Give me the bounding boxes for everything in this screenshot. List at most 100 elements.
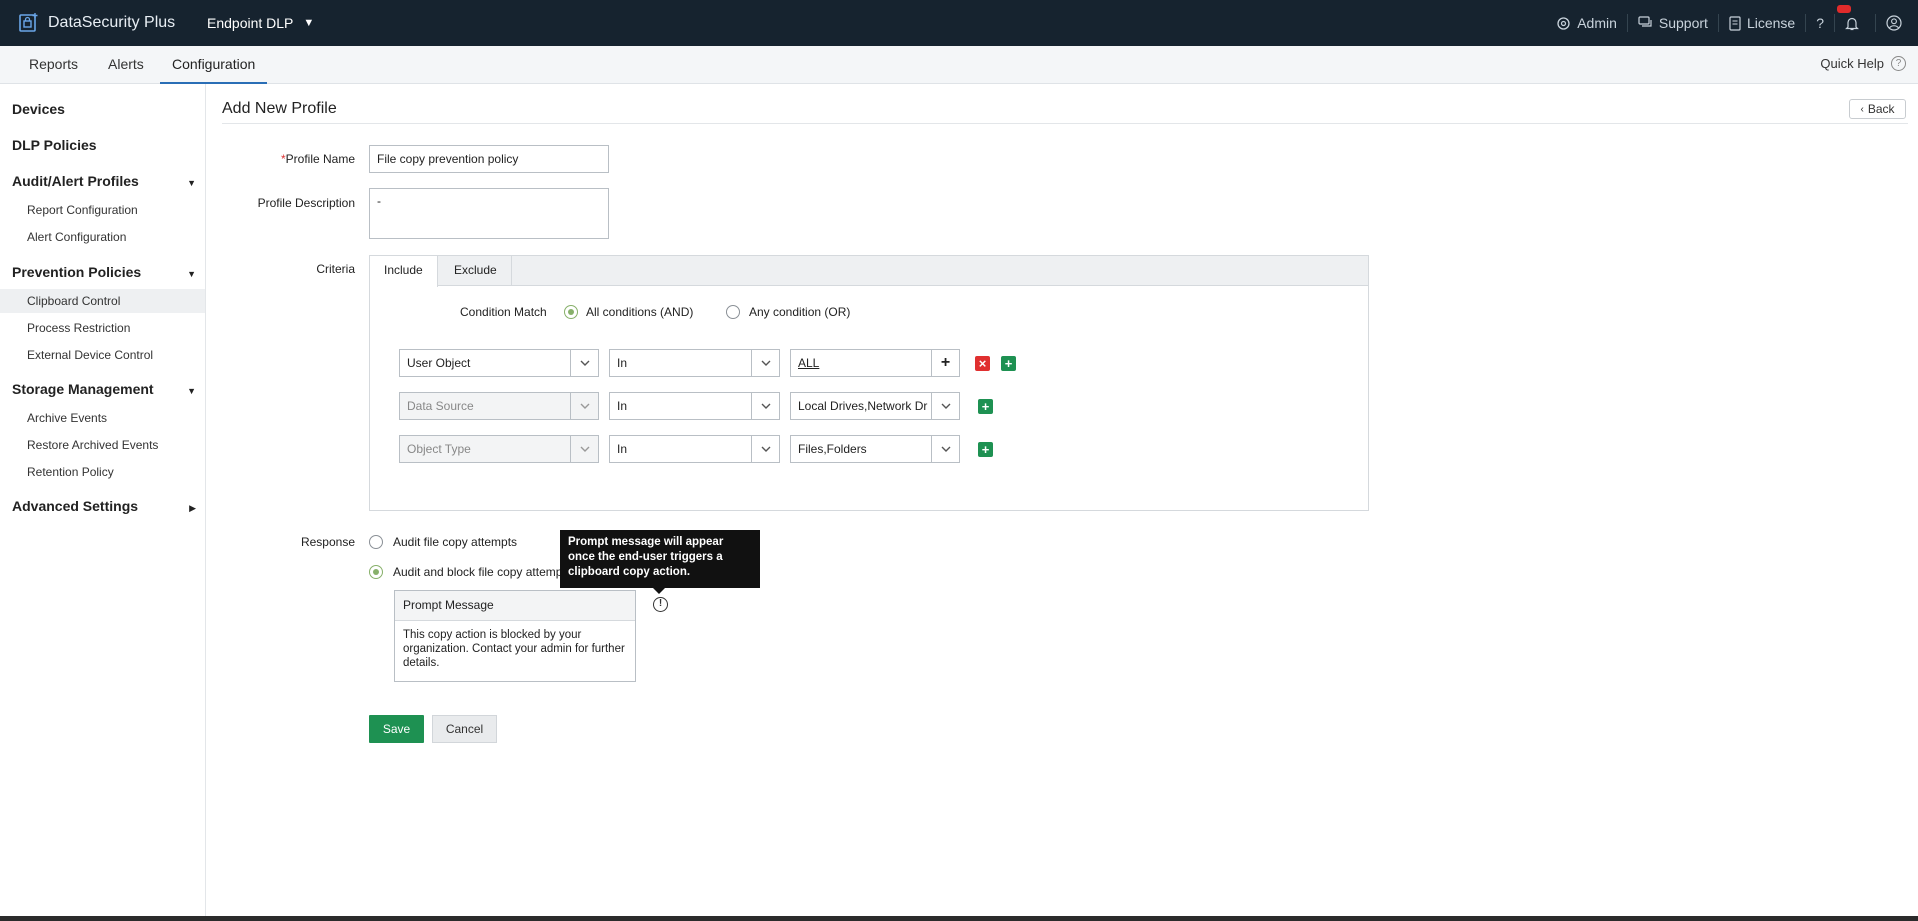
save-button[interactable]: Save <box>369 715 424 743</box>
any-condition-radio[interactable] <box>726 305 740 319</box>
chevron-down-icon <box>751 350 779 376</box>
criteria-tabs: Include Exclude <box>370 256 1368 287</box>
profile-description-value: - <box>377 194 381 208</box>
sidebar-item-process-restriction[interactable]: Process Restriction <box>0 316 205 340</box>
back-label: Back <box>1867 102 1895 116</box>
collapse-arrow-icon[interactable]: ▼ <box>187 386 196 396</box>
quick-help-link[interactable]: Quick Help ? <box>1820 56 1906 71</box>
license-link[interactable]: License <box>1719 14 1807 32</box>
bottom-strip <box>0 916 1918 921</box>
profile-name-label: *Profile Name <box>270 152 355 166</box>
brand[interactable]: DataSecurity Plus <box>0 12 190 34</box>
all-conditions-radio[interactable] <box>564 305 578 319</box>
sidebar-item-dlp-policies[interactable]: DLP Policies <box>12 137 97 153</box>
criteria-operator-select[interactable]: In <box>609 349 780 377</box>
license-label: License <box>1746 15 1796 31</box>
prompt-message-textarea[interactable]: This copy action is blocked by your orga… <box>395 621 635 677</box>
datasecurity-logo-icon <box>19 13 38 32</box>
chevron-down-icon <box>751 393 779 419</box>
user-avatar-icon <box>1886 15 1902 31</box>
criteria-value-select[interactable]: Local Drives,Network Dr <box>790 392 960 420</box>
criteria-value: Local Drives,Network Dr <box>798 399 928 413</box>
criteria-field-select: Object Type <box>399 435 599 463</box>
any-condition-label: Any condition (OR) <box>749 305 851 319</box>
criteria-value-select[interactable]: Files,Folders <box>790 435 960 463</box>
response-audit-block-option[interactable]: Audit and block file copy attempts <box>369 565 572 579</box>
profile-description-label: Profile Description <box>257 196 355 210</box>
add-row-button[interactable]: + <box>978 399 993 414</box>
question-icon: ? <box>1891 56 1906 71</box>
criteria-value: Files,Folders <box>798 442 867 456</box>
chevron-down-icon <box>570 350 598 376</box>
profile-description-textarea[interactable]: - <box>369 188 609 239</box>
module-name: Endpoint DLP <box>207 15 294 31</box>
criteria-value: ALL <box>798 356 820 370</box>
plus-icon[interactable]: + <box>931 350 959 376</box>
response-audit-radio[interactable] <box>369 535 383 549</box>
module-switcher[interactable]: Endpoint DLP ▼ <box>207 15 314 31</box>
remove-row-button[interactable]: × <box>975 356 990 371</box>
support-link[interactable]: Support <box>1628 14 1719 32</box>
admin-link[interactable]: Admin <box>1546 14 1628 32</box>
criteria-field-select: Data Source <box>399 392 599 420</box>
sidebar-item-advanced-settings[interactable]: Advanced Settings <box>12 498 138 514</box>
sidebar-item-retention-policy[interactable]: Retention Policy <box>0 460 205 484</box>
sidebar-item-archive-events[interactable]: Archive Events <box>0 406 205 430</box>
collapse-arrow-icon[interactable]: ▼ <box>187 178 196 188</box>
sidebar-item-prevention-policies[interactable]: Prevention Policies <box>12 264 141 280</box>
license-icon <box>1729 15 1741 31</box>
any-condition-option[interactable]: Any condition (OR) <box>726 305 850 319</box>
back-button[interactable]: ‹ Back <box>1849 99 1906 119</box>
criteria-operator-value: In <box>617 356 628 370</box>
tab-configuration[interactable]: Configuration <box>160 46 268 84</box>
criteria-operator-value: In <box>617 442 628 456</box>
criteria-field-select[interactable]: User Object <box>399 349 599 377</box>
add-row-button[interactable]: + <box>978 442 993 457</box>
user-menu[interactable] <box>1876 14 1918 32</box>
help-icon: ? <box>1816 15 1824 31</box>
sidebar-item-restore-archived-events[interactable]: Restore Archived Events <box>0 433 205 457</box>
response-audit-option[interactable]: Audit file copy attempts <box>369 535 517 549</box>
chevron-left-icon: ‹ <box>1860 103 1864 115</box>
sidebar-item-alert-configuration[interactable]: Alert Configuration <box>0 225 205 249</box>
sidebar-item-storage-management[interactable]: Storage Management <box>12 381 154 397</box>
chevron-down-icon <box>570 436 598 462</box>
chevron-down-icon: ▼ <box>303 17 315 29</box>
sidebar: Devices DLP Policies Audit/Alert Profile… <box>0 84 206 921</box>
profile-name-input[interactable]: File copy prevention policy <box>369 145 609 173</box>
criteria-operator-select[interactable]: In <box>609 435 780 463</box>
add-row-button[interactable]: + <box>1001 356 1016 371</box>
tab-exclude[interactable]: Exclude <box>440 256 512 286</box>
sidebar-item-clipboard-control[interactable]: Clipboard Control <box>0 289 205 313</box>
chevron-down-icon <box>931 393 959 419</box>
help-link[interactable]: ? <box>1806 14 1835 32</box>
cancel-button[interactable]: Cancel <box>432 715 497 743</box>
criteria-field-value: Data Source <box>407 399 474 413</box>
all-conditions-option[interactable]: All conditions (AND) <box>564 305 693 319</box>
chat-icon <box>1638 16 1652 27</box>
prompt-message-title: Prompt Message <box>395 591 635 621</box>
admin-gear-icon <box>1557 16 1570 30</box>
sidebar-item-audit-alert-profiles[interactable]: Audit/Alert Profiles <box>12 173 139 189</box>
collapse-arrow-icon[interactable]: ▼ <box>187 269 196 279</box>
prompt-message-box: Prompt Message This copy action is block… <box>394 590 636 682</box>
admin-label: Admin <box>1577 15 1617 31</box>
criteria-label: Criteria <box>316 262 355 276</box>
info-icon[interactable]: ! <box>653 597 668 612</box>
sidebar-item-devices[interactable]: Devices <box>12 101 65 117</box>
criteria-field-value: User Object <box>407 356 471 370</box>
notifications-button[interactable] <box>1835 5 1876 32</box>
expand-arrow-icon[interactable]: ▶ <box>189 503 196 514</box>
response-label: Response <box>300 535 355 549</box>
chevron-down-icon <box>931 436 959 462</box>
tab-include[interactable]: Include <box>370 256 438 287</box>
tooltip: Prompt message will appear once the end-… <box>560 530 760 594</box>
tab-reports[interactable]: Reports <box>17 46 90 84</box>
criteria-operator-select[interactable]: In <box>609 392 780 420</box>
criteria-value-picker[interactable]: ALL + <box>790 349 960 377</box>
sidebar-item-report-configuration[interactable]: Report Configuration <box>0 198 205 222</box>
response-audit-block-radio[interactable] <box>369 565 383 579</box>
sidebar-item-external-device-control[interactable]: External Device Control <box>0 343 205 367</box>
tab-alerts[interactable]: Alerts <box>96 46 156 84</box>
brand-name: DataSecurity Plus <box>48 14 176 31</box>
